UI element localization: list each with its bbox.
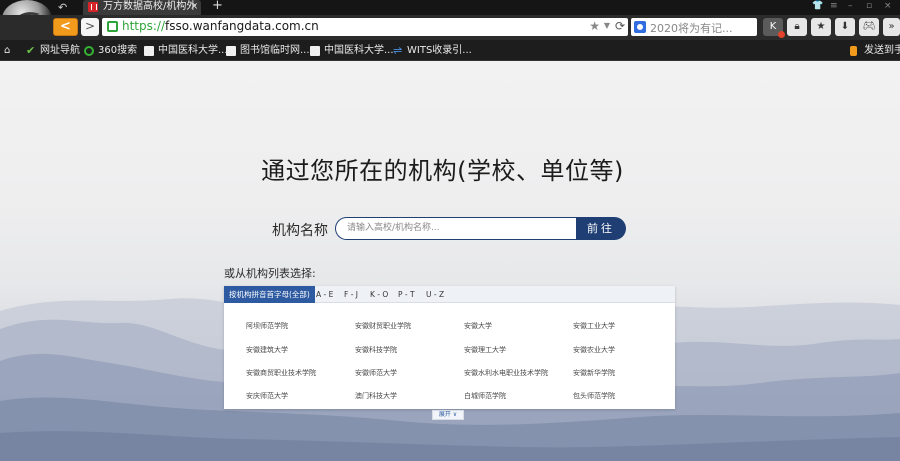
institution-label: 机构名称 (272, 223, 328, 239)
bookmark-label: 网址导航 (40, 45, 80, 56)
bookmark-item[interactable]: 中国医科大学... (144, 43, 228, 58)
expand-button[interactable]: 展开 ∨ (432, 410, 464, 420)
institution-link[interactable]: 安徽科技学院 (355, 345, 397, 355)
institution-link[interactable]: 安徽理工大学 (464, 345, 506, 355)
browser-tab[interactable]: 万方数据高校/机构外 (83, 0, 201, 15)
url-host: fsso.wanfangdata.com.cn (165, 19, 319, 33)
tab-f-j[interactable]: F - J (344, 286, 358, 303)
tab-close-icon[interactable]: × (190, 0, 198, 14)
bookmark-item[interactable]: 中国医科大学... (310, 43, 394, 58)
bookmark-star-icon[interactable]: ★ (589, 19, 600, 33)
bookmarks-bar: ⌂ ✔ 网址导航 360搜索 中国医科大学... 图书馆临时网... 中国医科大学… (0, 40, 900, 61)
list-label: 或从机构列表选择: (224, 267, 316, 280)
dropdown-icon[interactable]: ▼ (604, 21, 610, 30)
new-tab-icon[interactable]: + (212, 0, 223, 13)
phone-icon (850, 46, 857, 56)
institution-link[interactable]: 安徽新华学院 (573, 368, 615, 378)
tab-all[interactable]: 按机构拼音首字母(全部) (224, 286, 315, 303)
minimize-icon[interactable]: – (848, 1, 853, 11)
tab-title: 万方数据高校/机构外 (103, 1, 197, 12)
home-icon[interactable]: ⌂ (4, 43, 10, 58)
reload-icon[interactable]: ⟳ (615, 19, 625, 33)
institution-link[interactable]: 安徽财贸职业学院 (355, 321, 411, 331)
bookmark-item[interactable]: 图书馆临时网... (226, 43, 310, 58)
gamepad-icon[interactable]: 🎮︎ (859, 18, 879, 36)
institution-link[interactable]: 安徽大学 (464, 321, 492, 331)
bookmark-item[interactable]: ✔ 网址导航 (26, 43, 80, 58)
more-icon[interactable]: » (883, 18, 900, 36)
wits-icon: ⇌ (393, 44, 403, 57)
360-icon (84, 46, 94, 56)
letter-tabs: 按机构拼音首字母(全部) A - E F - J K - O P - T U -… (224, 286, 675, 303)
institution-link[interactable]: 安徽农业大学 (573, 345, 615, 355)
navigation-bar: < > https://fsso.wanfangdata.com.cn ★ ▼ … (0, 15, 900, 40)
tab-a-e[interactable]: A - E (316, 286, 333, 303)
send-to-phone-label: 发送到手 (864, 45, 900, 56)
secure-lock-icon (107, 21, 118, 32)
close-window-icon[interactable]: × (884, 1, 892, 11)
bookmark-item[interactable]: ⇌ WITS收录引... (393, 43, 472, 58)
undo-close-icon[interactable]: ↶ (58, 1, 67, 14)
institution-link[interactable]: 安庆师范大学 (246, 391, 288, 401)
send-to-phone[interactable]: 发送到手 (850, 43, 900, 58)
bookmark-label: 360搜索 (98, 45, 138, 56)
login-page: 通过您所在的机构(学校、单位等) 机构名称 请输入高校/机构名称... 前往 或… (0, 61, 900, 461)
institution-link[interactable]: 安徽师范大学 (355, 368, 397, 378)
bookmark-label: 中国医科大学... (324, 45, 394, 56)
wanfang-favicon-icon (88, 2, 98, 12)
tab-k-o[interactable]: K - O (370, 286, 388, 303)
favorites-icon[interactable]: ★ (811, 18, 831, 36)
doc-icon (226, 46, 236, 56)
submit-button[interactable]: 前往 (576, 217, 626, 240)
check-icon: ✔ (26, 44, 36, 57)
search-input[interactable]: 2020将为有记... (650, 20, 732, 36)
forward-button[interactable]: > (81, 18, 99, 36)
institution-link[interactable]: 白城师范学院 (464, 391, 506, 401)
institution-link[interactable]: 澳门科技大学 (355, 391, 397, 401)
institution-link[interactable]: 阿坝师范学院 (246, 321, 288, 331)
institution-link[interactable]: 安徽建筑大学 (246, 345, 288, 355)
bookmark-label: 图书馆临时网... (240, 45, 310, 56)
institution-list-panel: 按机构拼音首字母(全部) A - E F - J K - O P - T U -… (224, 286, 675, 409)
tab-p-t[interactable]: P - T (398, 286, 415, 303)
notification-dot (778, 31, 785, 38)
page-title: 通过您所在的机构(学校、单位等) (261, 157, 624, 185)
tab-u-z[interactable]: U - Z (426, 286, 444, 303)
bookmark-item[interactable]: 360搜索 (84, 43, 137, 58)
institution-link[interactable]: 安徽工业大学 (573, 321, 615, 331)
institution-link[interactable]: 安徽商贸职业技术学院 (246, 368, 316, 378)
lock-icon[interactable]: 🔒︎ (787, 18, 807, 36)
institution-link[interactable]: 安徽水利水电职业技术学院 (464, 368, 548, 378)
download-icon[interactable]: ⬇︎ (835, 18, 855, 36)
baidu-search-icon (634, 21, 646, 33)
bookmark-label: 中国医科大学... (158, 45, 228, 56)
maximize-icon[interactable]: ▫ (866, 1, 872, 11)
institution-search-input[interactable]: 请输入高校/机构名称... (335, 217, 577, 240)
url-text[interactable]: https://fsso.wanfangdata.com.cn (122, 19, 319, 33)
tab-bar: ↶ 万方数据高校/机构外 × + 👕 ≡ – ▫ × (0, 0, 900, 15)
skin-icon[interactable]: 👕 (812, 1, 823, 11)
back-button[interactable]: < (53, 18, 78, 36)
url-scheme: https:// (122, 19, 166, 33)
doc-icon (310, 46, 320, 56)
menu-icon[interactable]: ≡ (830, 1, 838, 11)
doc-icon (144, 46, 154, 56)
address-bar[interactable]: https://fsso.wanfangdata.com.cn ★ ▼ ⟳ (102, 18, 628, 36)
institution-link[interactable]: 包头师范学院 (573, 391, 615, 401)
bookmark-label: WITS收录引... (407, 45, 472, 56)
extension-k-button[interactable]: K (763, 18, 785, 38)
search-box[interactable]: 2020将为有记... (631, 18, 757, 36)
